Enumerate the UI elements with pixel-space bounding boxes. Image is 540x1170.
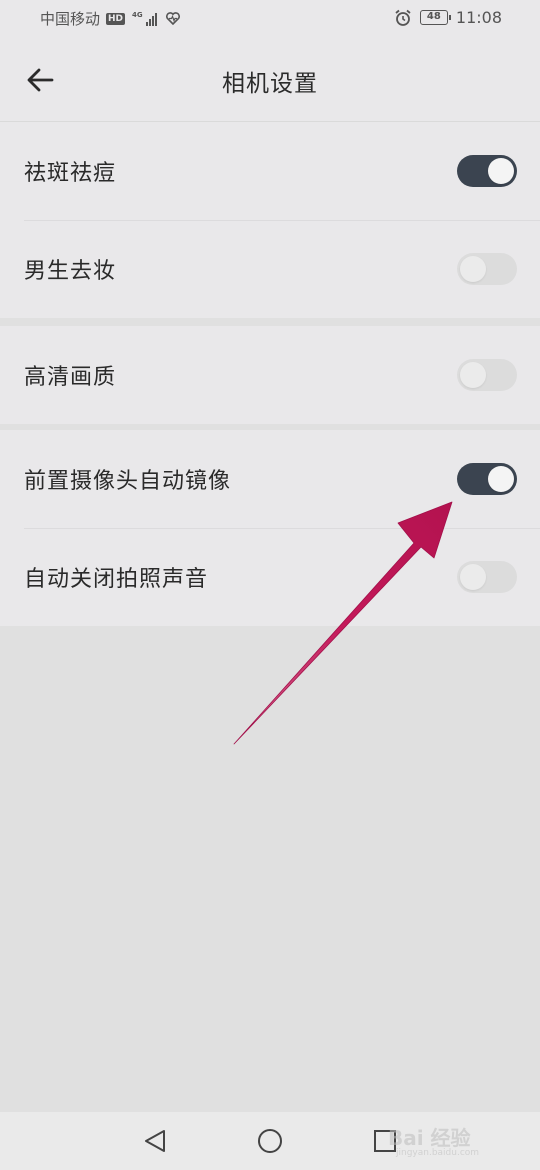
toggle-knob — [460, 564, 486, 590]
setting-label: 祛斑祛痘 — [24, 161, 117, 186]
settings-group-camera: 前置摄像头自动镜像 自动关闭拍照声音 — [0, 430, 540, 626]
status-bar: 中国移动 HD 4G 48 11:08 — [0, 0, 540, 38]
page-title: 相机设置 — [222, 71, 318, 97]
signal-icon: 4G — [132, 10, 157, 26]
alarm-icon — [395, 9, 411, 26]
toggle-shutter-sound[interactable] — [457, 561, 517, 593]
heart-icon — [165, 12, 180, 25]
home-circle-icon — [258, 1129, 282, 1153]
network-type-label: 4G — [132, 10, 143, 19]
setting-row-front-mirror[interactable]: 前置摄像头自动镜像 — [0, 430, 540, 528]
setting-row-shutter-sound[interactable]: 自动关闭拍照声音 — [0, 528, 540, 626]
toggle-knob — [488, 466, 514, 492]
header: 相机设置 — [0, 38, 540, 122]
status-left: 中国移动 HD 4G — [40, 8, 180, 29]
setting-label: 前置摄像头自动镜像 — [24, 469, 232, 494]
setting-row-hd-quality[interactable]: 高清画质 — [0, 326, 540, 424]
settings-group-quality: 高清画质 — [0, 326, 540, 424]
carrier-label: 中国移动 — [40, 10, 101, 28]
settings-group-beauty: 祛斑祛痘 男生去妆 — [0, 122, 540, 318]
toggle-remove-makeup[interactable] — [457, 253, 517, 285]
toggle-knob — [460, 256, 486, 282]
toggle-hd-quality[interactable] — [457, 359, 517, 391]
clock-time: 11:08 — [455, 8, 502, 27]
toggle-knob — [488, 158, 514, 184]
toggle-front-mirror[interactable] — [457, 463, 517, 495]
setting-row-remove-makeup[interactable]: 男生去妆 — [0, 220, 540, 318]
setting-row-blemish[interactable]: 祛斑祛痘 — [0, 122, 540, 220]
setting-label: 男生去妆 — [24, 259, 117, 284]
toggle-knob — [460, 362, 486, 388]
setting-label: 高清画质 — [24, 365, 117, 390]
watermark-text: Bai 经验 — [388, 1126, 471, 1150]
screen: 中国移动 HD 4G 48 11:08 相机设置 祛斑祛痘 男生去妆 高清画质 … — [0, 0, 540, 1170]
toggle-blemish[interactable] — [457, 155, 517, 187]
battery-icon: 48 — [419, 10, 451, 25]
status-right: 48 11:08 — [394, 8, 502, 27]
hd-badge: HD — [106, 12, 126, 25]
back-triangle-icon — [145, 1130, 165, 1152]
setting-label: 自动关闭拍照声音 — [24, 567, 209, 592]
nav-home-button[interactable] — [255, 1126, 285, 1156]
watermark-subtext: jingyan.baidu.com — [396, 1148, 480, 1158]
watermark: Bai 经验 jingyan.baidu.com — [388, 1112, 528, 1162]
nav-back-button[interactable] — [140, 1126, 170, 1156]
